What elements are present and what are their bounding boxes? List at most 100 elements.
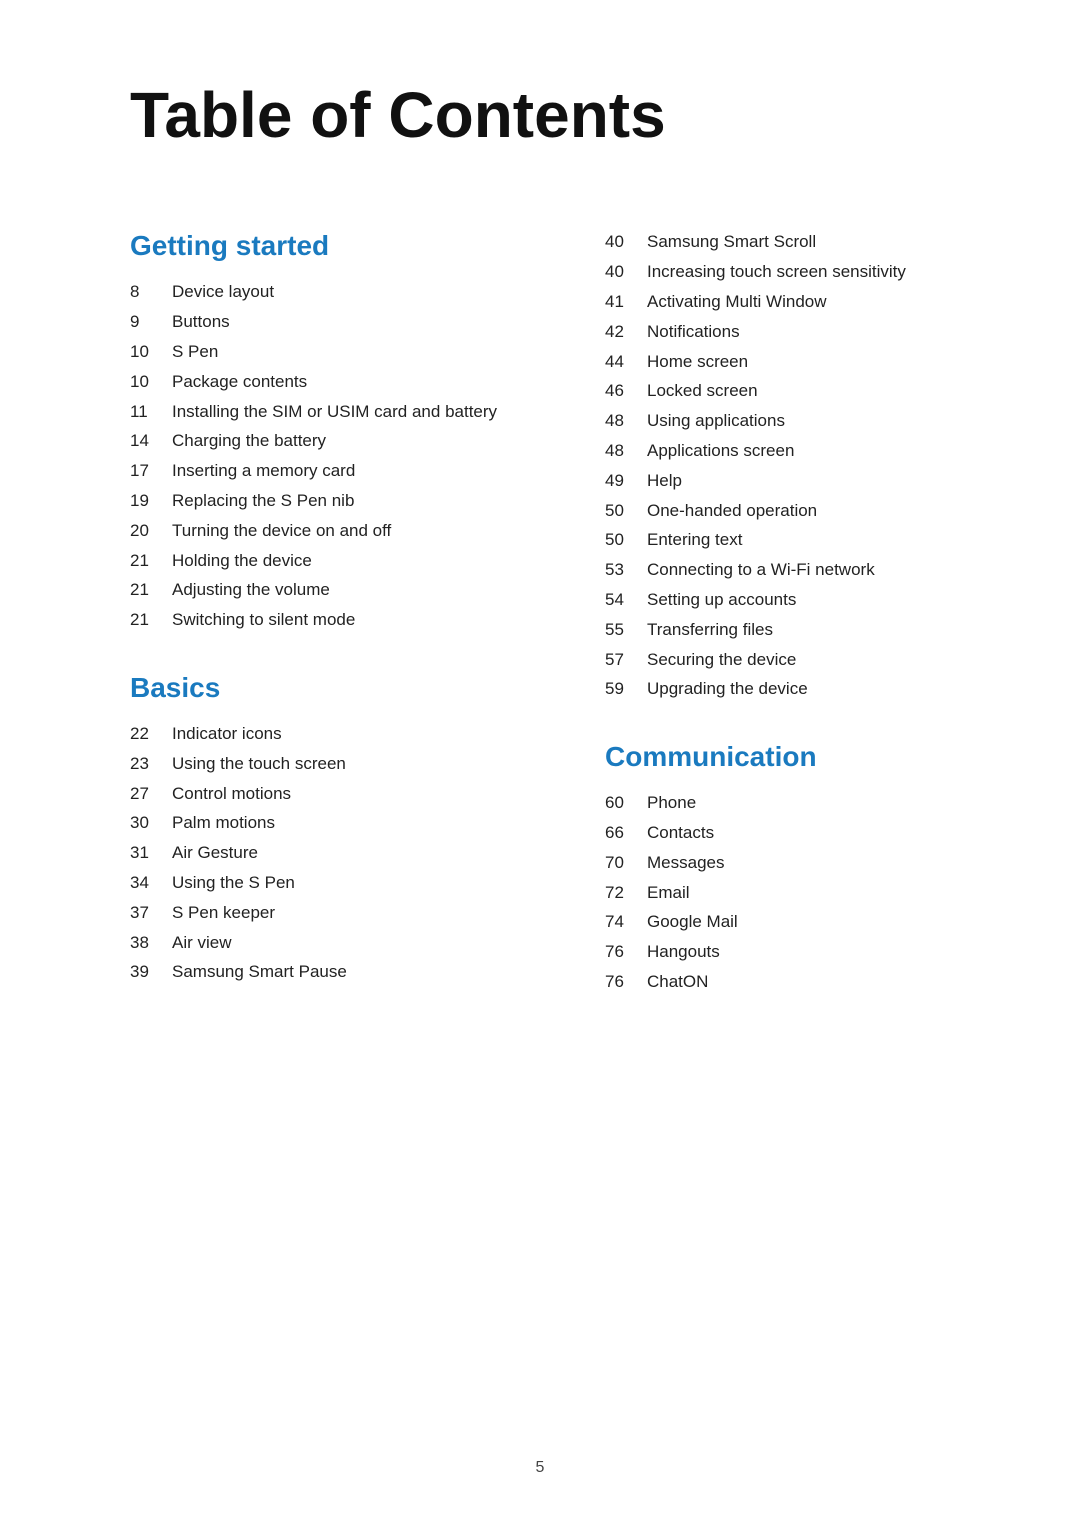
page-num: 53	[605, 558, 647, 582]
list-item: 54 Setting up accounts	[605, 588, 980, 612]
entry-text: Entering text	[647, 528, 742, 552]
page-footer: 5	[0, 1459, 1080, 1477]
entry-text: Switching to silent mode	[172, 608, 355, 632]
entry-text: Setting up accounts	[647, 588, 796, 612]
page-num: 21	[130, 608, 172, 632]
list-item: 34 Using the S Pen	[130, 871, 505, 895]
list-item: 21 Adjusting the volume	[130, 578, 505, 602]
page-num: 37	[130, 901, 172, 925]
page-num: 14	[130, 429, 172, 453]
list-item: 10 Package contents	[130, 370, 505, 394]
entry-text: Charging the battery	[172, 429, 326, 453]
toc-two-column: Getting started 8 Device layout 9 Button…	[130, 220, 980, 1033]
getting-started-list: 8 Device layout 9 Buttons 10 S Pen 10 Pa…	[130, 280, 505, 632]
list-item: 21 Switching to silent mode	[130, 608, 505, 632]
page-num: 27	[130, 782, 172, 806]
page-num: 72	[605, 881, 647, 905]
entry-text: Activating Multi Window	[647, 290, 827, 314]
list-item: 22 Indicator icons	[130, 722, 505, 746]
entry-text: Device layout	[172, 280, 274, 304]
page-num: 41	[605, 290, 647, 314]
list-item: 31 Air Gesture	[130, 841, 505, 865]
list-item: 20 Turning the device on and off	[130, 519, 505, 543]
list-item: 37 S Pen keeper	[130, 901, 505, 925]
entry-text: Control motions	[172, 782, 291, 806]
list-item: 57 Securing the device	[605, 648, 980, 672]
page-num: 76	[605, 970, 647, 994]
entry-text: Upgrading the device	[647, 677, 808, 701]
page-num: 40	[605, 260, 647, 284]
list-item: 14 Charging the battery	[130, 429, 505, 453]
entry-text: Air view	[172, 931, 232, 955]
list-item: 48 Applications screen	[605, 439, 980, 463]
page-num: 74	[605, 910, 647, 934]
page-num: 49	[605, 469, 647, 493]
list-item: 10 S Pen	[130, 340, 505, 364]
list-item: 42 Notifications	[605, 320, 980, 344]
page-num: 48	[605, 409, 647, 433]
page-num: 10	[130, 370, 172, 394]
list-item: 40 Increasing touch screen sensitivity	[605, 260, 980, 284]
list-item: 76 Hangouts	[605, 940, 980, 964]
list-item: 30 Palm motions	[130, 811, 505, 835]
list-item: 40 Samsung Smart Scroll	[605, 230, 980, 254]
list-item: 49 Help	[605, 469, 980, 493]
page-num: 9	[130, 310, 172, 334]
footer-page-number: 5	[536, 1459, 545, 1476]
entry-text: Home screen	[647, 350, 748, 374]
page-num: 76	[605, 940, 647, 964]
list-item: 48 Using applications	[605, 409, 980, 433]
entry-text: S Pen keeper	[172, 901, 275, 925]
page-num: 20	[130, 519, 172, 543]
list-item: 70 Messages	[605, 851, 980, 875]
list-item: 38 Air view	[130, 931, 505, 955]
entry-text: Indicator icons	[172, 722, 282, 746]
list-item: 39 Samsung Smart Pause	[130, 960, 505, 984]
page-num: 40	[605, 230, 647, 254]
entry-text: Transferring files	[647, 618, 773, 642]
page-num: 59	[605, 677, 647, 701]
list-item: 74 Google Mail	[605, 910, 980, 934]
entry-text: Connecting to a Wi-Fi network	[647, 558, 875, 582]
list-item: 44 Home screen	[605, 350, 980, 374]
list-item: 46 Locked screen	[605, 379, 980, 403]
entry-text: Contacts	[647, 821, 714, 845]
page-num: 22	[130, 722, 172, 746]
list-item: 60 Phone	[605, 791, 980, 815]
entry-text: Email	[647, 881, 690, 905]
page-num: 30	[130, 811, 172, 835]
entry-text: Increasing touch screen sensitivity	[647, 260, 906, 284]
list-item: 27 Control motions	[130, 782, 505, 806]
page-num: 31	[130, 841, 172, 865]
page-num: 19	[130, 489, 172, 513]
section-title-basics: Basics	[130, 672, 505, 704]
page-title: Table of Contents	[130, 80, 980, 150]
page-num: 48	[605, 439, 647, 463]
entry-text: Messages	[647, 851, 724, 875]
page-num: 55	[605, 618, 647, 642]
entry-text: Securing the device	[647, 648, 796, 672]
list-item: 50 One-handed operation	[605, 499, 980, 523]
entry-text: Inserting a memory card	[172, 459, 355, 483]
entry-text: ChatON	[647, 970, 708, 994]
communication-list: 60 Phone 66 Contacts 70 Messages 72 Emai…	[605, 791, 980, 994]
list-item: 76 ChatON	[605, 970, 980, 994]
page-num: 70	[605, 851, 647, 875]
entry-text: Using the touch screen	[172, 752, 346, 776]
page-num: 42	[605, 320, 647, 344]
page-num: 54	[605, 588, 647, 612]
entry-text: One-handed operation	[647, 499, 817, 523]
list-item: 66 Contacts	[605, 821, 980, 845]
list-item: 41 Activating Multi Window	[605, 290, 980, 314]
page-num: 44	[605, 350, 647, 374]
page-num: 10	[130, 340, 172, 364]
entry-text: Installing the SIM or USIM card and batt…	[172, 400, 497, 424]
entry-text: Samsung Smart Pause	[172, 960, 347, 984]
page-num: 17	[130, 459, 172, 483]
page-num: 46	[605, 379, 647, 403]
entry-text: Phone	[647, 791, 696, 815]
entry-text: Applications screen	[647, 439, 794, 463]
page-num: 50	[605, 528, 647, 552]
list-item: 50 Entering text	[605, 528, 980, 552]
page-num: 57	[605, 648, 647, 672]
